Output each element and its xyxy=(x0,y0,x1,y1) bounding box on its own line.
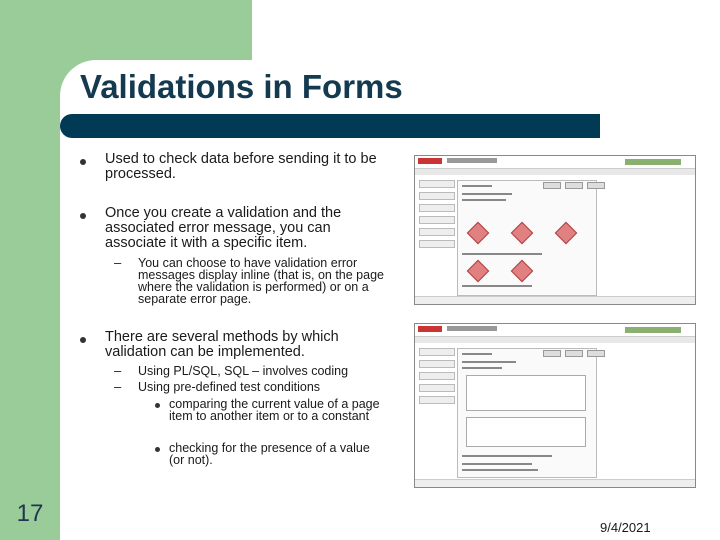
breadcrumb xyxy=(415,337,695,343)
function-validation-icon xyxy=(510,259,534,283)
text-line xyxy=(462,285,532,287)
dash-marker: – xyxy=(114,363,122,378)
bullet-dot-icon xyxy=(155,447,160,452)
cancel-button[interactable] xyxy=(543,182,561,189)
dash-marker: – xyxy=(114,255,122,270)
text-line xyxy=(462,185,492,187)
bullet-dot-icon xyxy=(155,403,160,408)
wizard-step xyxy=(419,372,455,380)
wizard-step xyxy=(419,240,455,248)
wizard-step xyxy=(419,180,455,188)
sub-bullet-item: – Using pre-defined test conditions xyxy=(110,379,392,394)
bullet-dot-icon xyxy=(80,213,86,219)
text-line xyxy=(462,469,538,471)
bullet-text: Used to check data before sending it to … xyxy=(105,151,377,182)
wizard-step xyxy=(419,204,455,212)
wizard-step xyxy=(419,192,455,200)
text-line xyxy=(462,463,532,465)
screenshot-footer xyxy=(415,479,695,487)
bullet-dot-icon xyxy=(80,337,86,343)
sub-bullet-text: Using PL/SQL, SQL – involves coding xyxy=(138,364,349,378)
previous-button[interactable] xyxy=(565,182,583,189)
sub-sub-bullet-item: checking for the presence of a value (or… xyxy=(155,442,385,466)
tab-strip xyxy=(625,159,681,165)
wizard-step xyxy=(419,216,455,224)
previous-button[interactable] xyxy=(565,350,583,357)
wizard-step xyxy=(419,228,455,236)
sub-bullet-text: Using pre-defined test conditions xyxy=(138,380,321,394)
bullet-item: Once you create a validation and the ass… xyxy=(80,206,380,251)
wizard-step xyxy=(419,348,455,356)
screenshot-header xyxy=(415,156,695,169)
next-button[interactable] xyxy=(587,350,605,357)
wizard-step xyxy=(419,384,455,392)
sub-bullet-text: You can choose to have validation error … xyxy=(138,256,384,306)
cancel-button[interactable] xyxy=(543,350,561,357)
error-message-textarea[interactable] xyxy=(466,417,586,447)
sub-bullet-item: – You can choose to have validation erro… xyxy=(110,255,392,306)
plsql-validation-icon xyxy=(510,221,534,245)
text-line xyxy=(462,253,542,255)
text-line xyxy=(462,455,552,457)
app-title-placeholder xyxy=(447,158,497,163)
text-line xyxy=(462,361,516,363)
validation-definition-screenshot xyxy=(414,323,696,488)
sub-sub-bullet-text: comparing the current value of a page it… xyxy=(169,397,380,423)
oracle-logo xyxy=(418,158,442,164)
bullet-text: There are several methods by which valid… xyxy=(105,329,339,360)
sub-sub-bullet-item: comparing the current value of a page it… xyxy=(155,398,385,422)
breadcrumb xyxy=(415,169,695,175)
wizard-panel xyxy=(457,180,597,296)
slide-date: 9/4/2021 xyxy=(600,520,651,535)
tab-strip xyxy=(625,327,681,333)
bullet-item: There are several methods by which valid… xyxy=(80,330,370,360)
sub-bullet-item: – Using PL/SQL, SQL – involves coding xyxy=(110,363,392,378)
text-line xyxy=(462,199,506,201)
dash-marker: – xyxy=(114,379,122,394)
slide-title: Validations in Forms xyxy=(80,68,403,105)
wizard-step xyxy=(419,360,455,368)
bullet-dot-icon xyxy=(80,159,86,165)
screenshot-header xyxy=(415,324,695,337)
app-title-placeholder xyxy=(447,326,497,331)
validation-expression-textarea[interactable] xyxy=(466,375,586,411)
bullet-text: Once you create a validation and the ass… xyxy=(105,205,342,251)
sql-validation-icon xyxy=(554,221,578,245)
validation-type-screenshot xyxy=(414,155,696,305)
text-line xyxy=(462,193,512,195)
next-button[interactable] xyxy=(587,182,605,189)
wizard-step xyxy=(419,396,455,404)
bullet-item: Used to check data before sending it to … xyxy=(80,152,390,182)
sub-sub-bullet-text: checking for the presence of a value (or… xyxy=(169,441,370,467)
item-validation-icon xyxy=(466,221,490,245)
wizard-panel xyxy=(457,348,597,478)
title-underline-bar xyxy=(60,114,600,138)
page-validation-icon xyxy=(466,259,490,283)
oracle-logo xyxy=(418,326,442,332)
text-line xyxy=(462,353,492,355)
text-line xyxy=(462,367,502,369)
slide-number: 17 xyxy=(16,500,44,527)
screenshot-footer xyxy=(415,296,695,304)
